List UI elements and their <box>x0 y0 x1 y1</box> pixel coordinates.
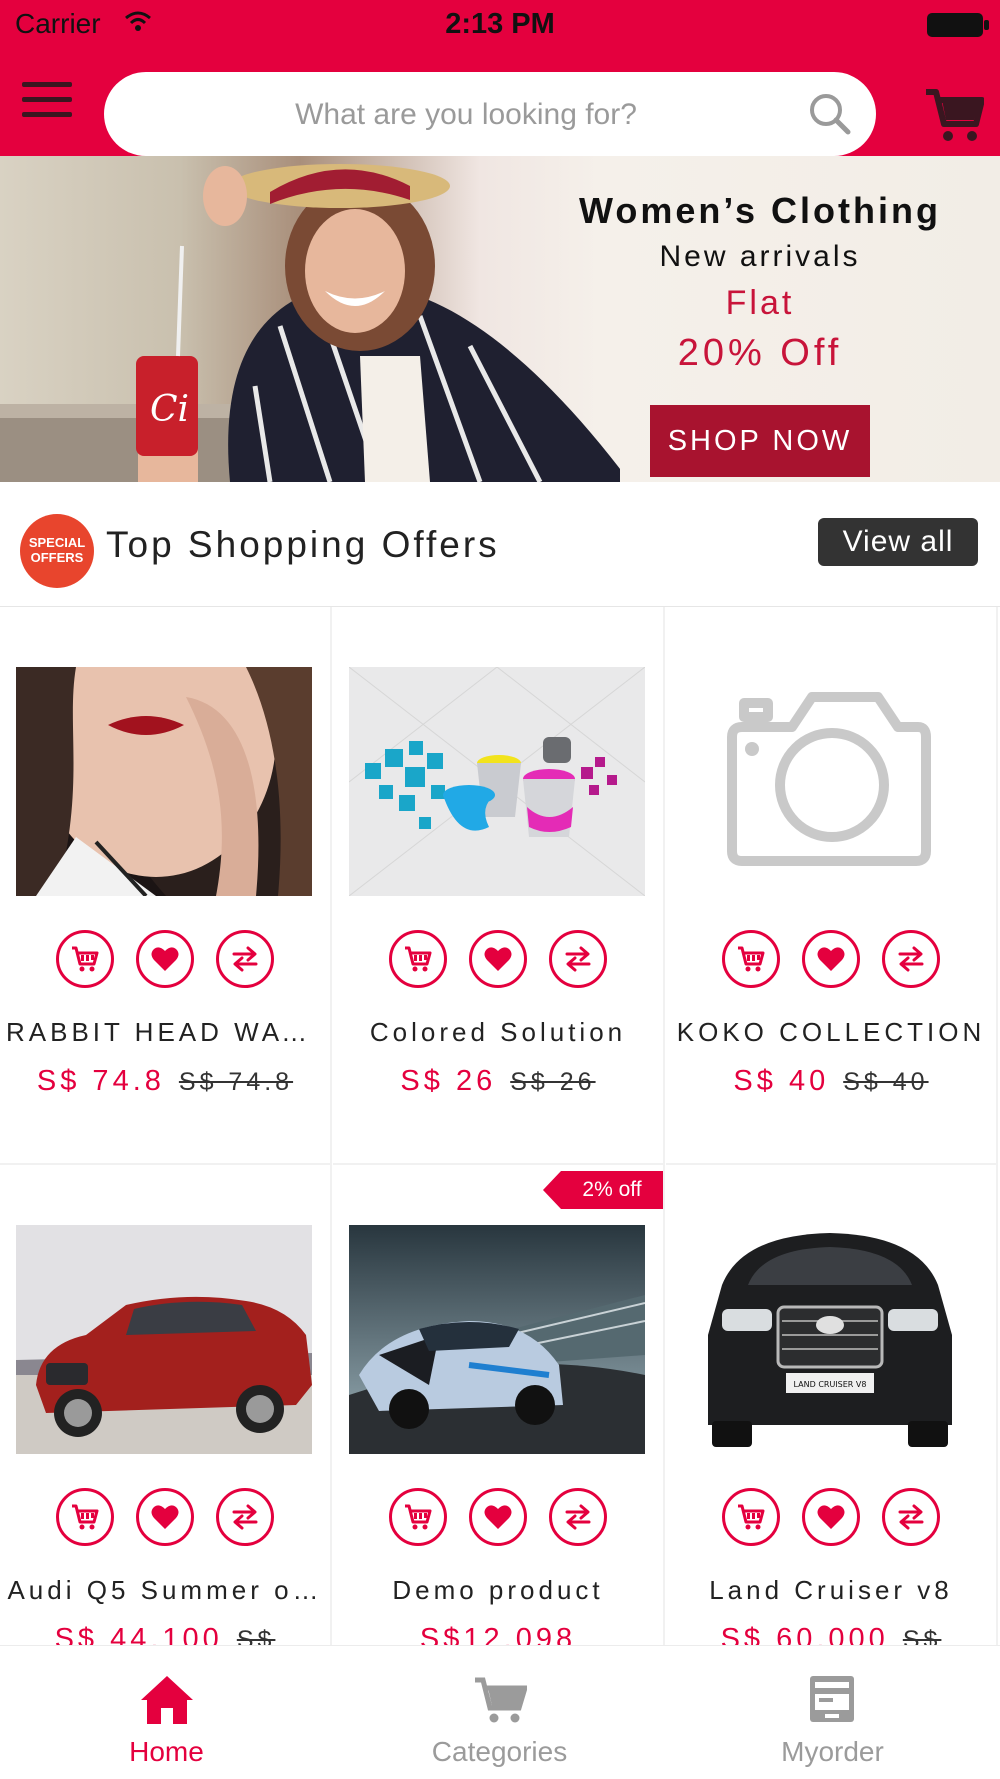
product-name[interactable]: Audi Q5 Summer o… <box>6 1575 324 1606</box>
app-header <box>0 50 1000 158</box>
promo-banner[interactable]: Ci Women’s Clothing New arrivals Flat 20… <box>0 156 1000 482</box>
tab-myorder-label: Myorder <box>781 1736 884 1767</box>
product-image[interactable] <box>16 667 312 896</box>
add-to-cart-button[interactable] <box>389 1488 447 1546</box>
product-old-price: S$ <box>902 1626 942 1645</box>
product-old-price: S$ 26 <box>510 1068 596 1096</box>
product-price: S$ 74.8 <box>36 1065 165 1097</box>
cart-icon <box>473 1676 529 1729</box>
tab-bar: Home Categories Myorder <box>0 1645 1000 1779</box>
svg-text:LAND CRUISER V8: LAND CRUISER V8 <box>794 1380 867 1389</box>
product-image[interactable] <box>349 1225 645 1454</box>
badge-line1: SPECIAL <box>28 535 86 550</box>
order-box-icon <box>807 1674 857 1729</box>
product-card[interactable]: LAND CRUISER V8 Land Cruiser v8 S$ 60,000 S… <box>666 1165 998 1645</box>
battery-icon <box>926 12 990 43</box>
tab-myorder[interactable]: Myorder <box>666 1646 999 1779</box>
product-price: S$ 44,100 <box>54 1623 223 1645</box>
tab-categories[interactable]: Categories <box>333 1646 666 1779</box>
product-image[interactable] <box>16 1225 312 1454</box>
discount-badge: 2% off <box>543 1171 663 1209</box>
product-image[interactable] <box>682 667 978 896</box>
product-name[interactable]: KOKO COLLECTION <box>672 1017 990 1048</box>
wishlist-button[interactable] <box>802 930 860 988</box>
banner-title: Women’s Clothing <box>579 190 941 231</box>
wishlist-button[interactable] <box>469 1488 527 1546</box>
compare-button[interactable] <box>882 930 940 988</box>
banner-offer-line1: Flat <box>725 284 795 322</box>
compare-button[interactable] <box>216 1488 274 1546</box>
wishlist-button[interactable] <box>136 930 194 988</box>
tab-categories-label: Categories <box>431 1736 568 1767</box>
product-old-price: S$ 40 <box>843 1068 929 1096</box>
product-old-price: S$ <box>236 1626 276 1645</box>
shop-now-button[interactable]: SHOP NOW <box>650 405 870 477</box>
product-name[interactable]: Land Cruiser v8 <box>672 1575 990 1606</box>
compare-button[interactable] <box>549 930 607 988</box>
wishlist-button[interactable] <box>802 1488 860 1546</box>
svg-text:Ci: Ci <box>150 389 189 430</box>
search-input[interactable] <box>134 72 798 158</box>
special-offers-badge-icon: SPECIAL OFFERS <box>20 514 94 588</box>
product-price: S$ 26 <box>400 1065 497 1097</box>
product-grid: RABBIT HEAD WAT… S$ 74.8 S$ 74.8 Colored So… <box>0 607 1000 1645</box>
add-to-cart-button[interactable] <box>722 930 780 988</box>
product-price: S$ 40 <box>733 1065 830 1097</box>
product-card[interactable]: Colored Solution S$ 26 S$ 26 <box>333 607 665 1165</box>
section-title: Top Shopping Offers <box>106 524 500 565</box>
product-image[interactable]: LAND CRUISER V8 <box>682 1225 978 1454</box>
banner-photo: Ci <box>0 164 620 482</box>
banner-subtitle: New arrivals <box>659 240 861 273</box>
compare-button[interactable] <box>549 1488 607 1546</box>
product-image[interactable] <box>349 667 645 896</box>
product-price: S$12,098 <box>419 1623 577 1645</box>
product-old-price: S$ 74.8 <box>178 1068 294 1096</box>
product-card[interactable]: 2% off Demo product S$12,098 <box>333 1165 665 1645</box>
search-icon[interactable] <box>808 92 852 141</box>
product-name[interactable]: Demo product <box>339 1575 657 1606</box>
compare-button[interactable] <box>216 930 274 988</box>
banner-offer-line2: 20% Off <box>677 332 843 374</box>
view-all-button[interactable]: View all <box>818 518 978 566</box>
tab-home-label: Home <box>129 1736 204 1767</box>
product-card[interactable]: KOKO COLLECTION S$ 40 S$ 40 <box>666 607 998 1165</box>
add-to-cart-button[interactable] <box>56 930 114 988</box>
compare-button[interactable] <box>882 1488 940 1546</box>
clock: 2:13 PM <box>445 8 555 40</box>
menu-icon[interactable] <box>22 82 72 127</box>
wishlist-button[interactable] <box>469 930 527 988</box>
product-name[interactable]: RABBIT HEAD WAT… <box>6 1017 324 1048</box>
product-name[interactable]: Colored Solution <box>339 1017 657 1048</box>
badge-line2: OFFERS <box>30 550 84 565</box>
cart-icon[interactable] <box>924 86 985 149</box>
product-card[interactable]: RABBIT HEAD WAT… S$ 74.8 S$ 74.8 <box>0 607 332 1165</box>
status-bar: Carrier 2:13 PM <box>0 0 1000 50</box>
add-to-cart-button[interactable] <box>389 930 447 988</box>
product-price: S$ 60,000 <box>720 1623 889 1645</box>
product-card[interactable]: Audi Q5 Summer o… S$ 44,100 S$ <box>0 1165 332 1645</box>
section-header: SPECIAL OFFERS Top Shopping Offers View … <box>0 494 1000 607</box>
add-to-cart-button[interactable] <box>56 1488 114 1546</box>
wishlist-button[interactable] <box>136 1488 194 1546</box>
home-icon <box>139 1674 195 1731</box>
add-to-cart-button[interactable] <box>722 1488 780 1546</box>
search-bar[interactable] <box>104 72 876 158</box>
tab-home[interactable]: Home <box>0 1646 333 1779</box>
